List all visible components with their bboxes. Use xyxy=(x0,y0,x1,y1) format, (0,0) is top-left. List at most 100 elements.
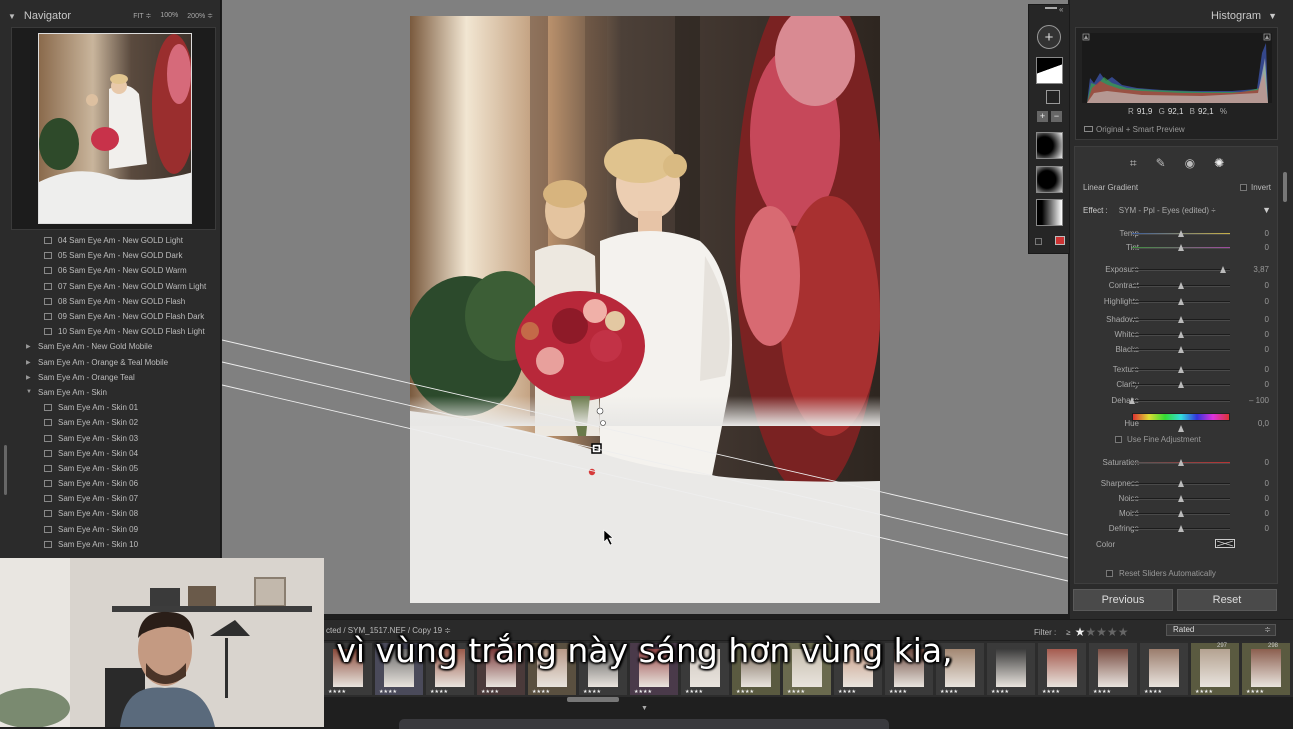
filmstrip-scrollbar[interactable] xyxy=(567,697,619,702)
filter-star-icon[interactable]: ★ xyxy=(1075,625,1086,639)
slider-handle[interactable] xyxy=(1178,298,1184,305)
slider-value[interactable]: 0 xyxy=(1265,281,1269,290)
slider-handle[interactable] xyxy=(1178,381,1184,388)
mask-thumb-1[interactable] xyxy=(1036,57,1063,84)
navigator-preview[interactable] xyxy=(11,27,216,230)
slider-handle[interactable] xyxy=(1129,397,1135,404)
collapse-arrows-icon[interactable]: « xyxy=(1059,5,1063,14)
preset-item[interactable]: 04 Sam Eye Am - New GOLD Light xyxy=(12,233,218,248)
slider-track[interactable] xyxy=(1132,459,1230,466)
slider-value[interactable]: 0 xyxy=(1265,494,1269,503)
histogram-header[interactable]: Histogram ▼ xyxy=(1070,6,1277,26)
filmstrip-thumbnail[interactable]: ★★★★ xyxy=(987,643,1035,695)
slider-track[interactable] xyxy=(1132,316,1230,323)
slider-track[interactable] xyxy=(1132,510,1230,517)
slider-handle[interactable] xyxy=(1178,459,1184,466)
slider-highlights[interactable]: Highlights 0 xyxy=(1075,295,1279,309)
slider-handle[interactable] xyxy=(1178,331,1184,338)
slider-track[interactable] xyxy=(1132,366,1230,373)
fine-adjustment-checkbox[interactable] xyxy=(1115,436,1122,443)
slider-value[interactable]: 0 xyxy=(1265,509,1269,518)
zoom-100[interactable]: 100% xyxy=(160,12,178,20)
overlay-color-icon[interactable] xyxy=(1055,236,1065,245)
slider-handle[interactable] xyxy=(1178,282,1184,289)
slider-texture[interactable]: Texture 0 xyxy=(1075,363,1279,377)
filter-star-rating[interactable]: ★★★★★ xyxy=(1075,625,1129,639)
preset-item[interactable]: Sam Eye Am - Skin 07 xyxy=(12,491,218,506)
slider-temp[interactable]: Temp 0 xyxy=(1075,227,1279,241)
preset-item[interactable]: Sam Eye Am - Skin 06 xyxy=(12,476,218,491)
previous-button[interactable]: Previous xyxy=(1073,589,1173,611)
reset-sliders-checkbox[interactable] xyxy=(1106,570,1113,577)
collapsed-triangle-icon[interactable]: ▶ xyxy=(26,343,38,350)
histogram[interactable]: R 91,9 G 92,1 B 92,1 % Original + Smart Pre… xyxy=(1075,27,1278,140)
slider-track[interactable] xyxy=(1132,331,1230,338)
slider-value[interactable]: 0 xyxy=(1265,365,1269,374)
slider-track[interactable] xyxy=(1132,346,1230,353)
slider-value[interactable]: 0 xyxy=(1265,458,1269,467)
preset-item[interactable]: Sam Eye Am - Skin 01 xyxy=(12,400,218,415)
slider-track[interactable] xyxy=(1132,266,1230,273)
right-scrollbar[interactable] xyxy=(1283,172,1287,202)
slider-value[interactable]: 0 xyxy=(1265,330,1269,339)
slider-value[interactable]: 0 xyxy=(1265,479,1269,488)
mask-thumb-2[interactable] xyxy=(1036,132,1063,159)
preset-item[interactable]: Sam Eye Am - Skin 08 xyxy=(12,506,218,521)
navigator-header[interactable]: ▼ Navigator FIT ≑ 100% 200% ≑ xyxy=(0,5,221,27)
slider-saturation[interactable]: Saturation 0 xyxy=(1075,456,1279,470)
slider-whites[interactable]: Whites 0 xyxy=(1075,328,1279,342)
slider-value[interactable]: 0 xyxy=(1265,345,1269,354)
slider-handle[interactable] xyxy=(1178,230,1184,237)
filmstrip-thumbnail[interactable]: ★★★★ xyxy=(1140,643,1188,695)
slider-defringe[interactable]: Defringe 0 xyxy=(1075,522,1279,536)
slider-dehaze[interactable]: Dehaze – 100 xyxy=(1075,394,1279,408)
slider-handle[interactable] xyxy=(1178,495,1184,502)
zoom-fit[interactable]: FIT ≑ xyxy=(133,12,151,20)
subtract-from-mask-icon[interactable]: − xyxy=(1051,111,1062,122)
slider-sharpness[interactable]: Sharpness 0 xyxy=(1075,477,1279,491)
slider-value[interactable]: 0 xyxy=(1265,315,1269,324)
slider-moir[interactable]: Moiré 0 xyxy=(1075,507,1279,521)
strip-minimize-icon[interactable] xyxy=(1045,7,1057,9)
left-scrollbar[interactable] xyxy=(4,445,7,495)
filmstrip-thumbnail[interactable]: ★★★★ 297 xyxy=(1191,643,1239,695)
preset-item[interactable]: 07 Sam Eye Am - New GOLD Warm Light xyxy=(12,279,218,294)
slider-blacks[interactable]: Blacks 0 xyxy=(1075,343,1279,357)
filter-star-icon[interactable]: ★ xyxy=(1118,625,1129,639)
slider-handle[interactable] xyxy=(1178,316,1184,323)
slider-track[interactable] xyxy=(1132,480,1230,487)
filter-operator[interactable]: ≥ xyxy=(1066,628,1070,637)
add-to-mask-icon[interactable]: + xyxy=(1037,111,1048,122)
mask-thumb-3[interactable] xyxy=(1036,166,1063,193)
slider-value[interactable]: 0 xyxy=(1265,243,1269,252)
reset-sliders-automatically[interactable]: Reset Sliders Automatically xyxy=(1106,569,1216,578)
slider-handle[interactable] xyxy=(1178,510,1184,517)
preset-group[interactable]: ▼ Sam Eye Am - Skin xyxy=(12,385,218,400)
preset-item[interactable]: 06 Sam Eye Am - New GOLD Warm xyxy=(12,263,218,278)
preset-group[interactable]: ▶ Sam Eye Am - Orange Teal xyxy=(12,370,218,385)
slider-track[interactable] xyxy=(1132,525,1230,532)
slider-handle[interactable] xyxy=(1178,480,1184,487)
preset-item[interactable]: Sam Eye Am - Skin 03 xyxy=(12,430,218,445)
preset-item[interactable]: Sam Eye Am - Skin 04 xyxy=(12,446,218,461)
slider-value[interactable]: 0 xyxy=(1265,229,1269,238)
navigator-thumbnail[interactable] xyxy=(38,33,192,224)
preset-item[interactable]: Sam Eye Am - Skin 10 xyxy=(12,537,218,552)
slider-clarity[interactable]: Clarity 0 xyxy=(1075,378,1279,392)
mask-thumb-4[interactable] xyxy=(1036,199,1063,226)
slider-value[interactable]: 0,0 xyxy=(1258,419,1269,428)
add-mask-icon[interactable]: + xyxy=(1037,25,1061,49)
slider-track[interactable] xyxy=(1132,230,1230,237)
collapse-triangle-icon[interactable]: ▼ xyxy=(8,12,16,21)
slider-handle[interactable] xyxy=(1220,266,1227,273)
slider-track[interactable] xyxy=(1132,298,1230,305)
preset-item[interactable]: Sam Eye Am - Skin 05 xyxy=(12,461,218,476)
slider-track[interactable] xyxy=(1132,381,1230,388)
expanded-triangle-icon[interactable]: ▼ xyxy=(26,389,38,395)
slider-value[interactable]: 0 xyxy=(1265,297,1269,306)
slider-tint[interactable]: Tint 0 xyxy=(1075,241,1279,255)
fine-adjustment-row[interactable]: Use Fine Adjustment xyxy=(1115,435,1201,444)
main-canvas[interactable] xyxy=(222,0,1068,614)
mask-overlay-icon[interactable] xyxy=(1046,90,1060,104)
filter-star-icon[interactable]: ★ xyxy=(1085,625,1096,639)
